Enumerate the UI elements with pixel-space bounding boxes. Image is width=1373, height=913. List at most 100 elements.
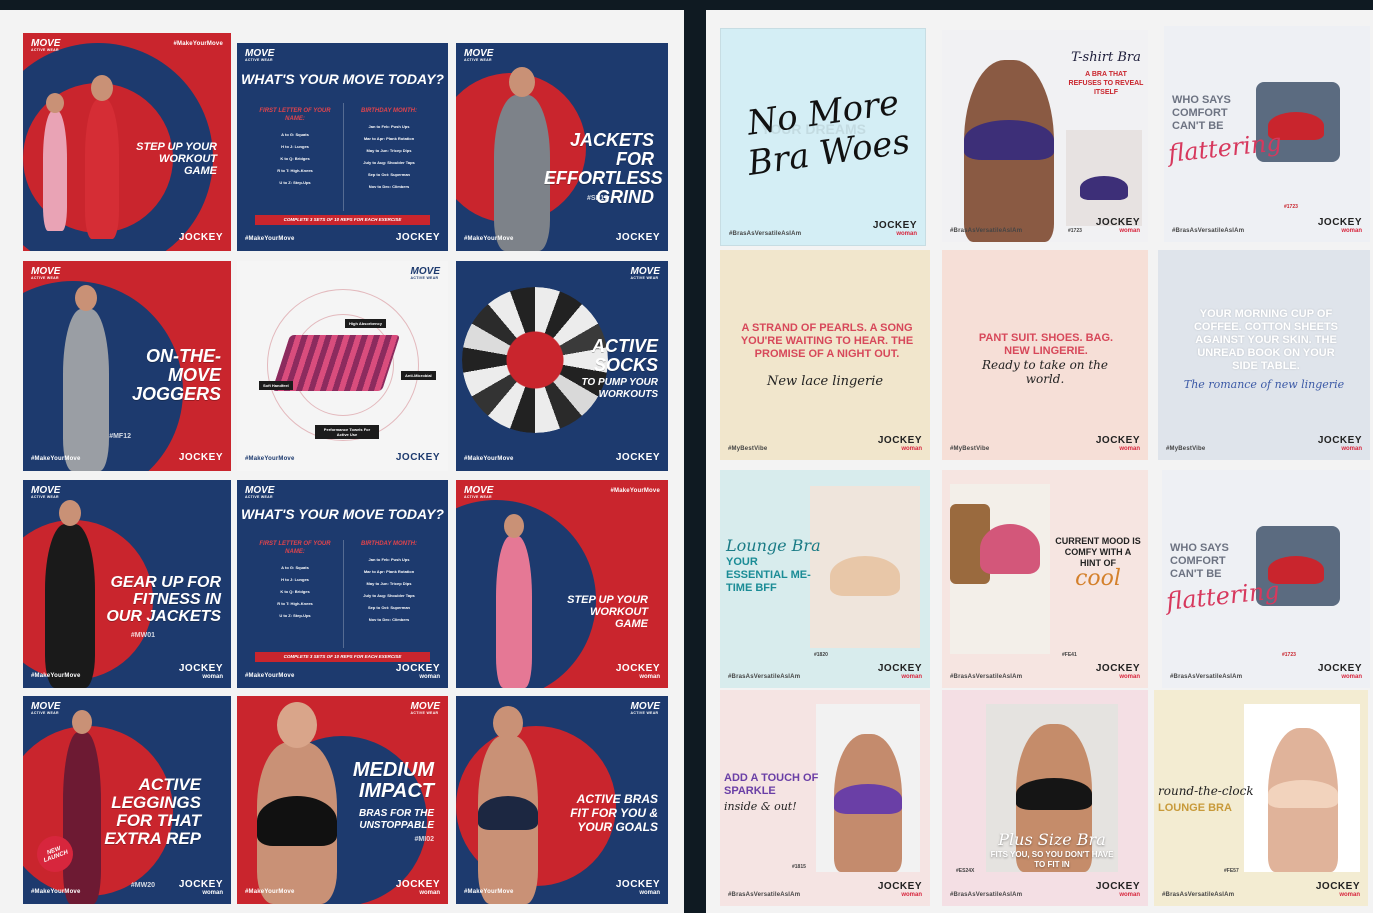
list-item: H to J: Lunges	[281, 577, 309, 582]
move-logo: MOVE ACTIVE WEAR	[630, 701, 660, 716]
list-item: K to Q: Bridges	[280, 589, 310, 594]
jw-tile-plus-size-bra[interactable]: Plus Size Bra FITS YOU, SO YOU DON'T HAV…	[942, 690, 1148, 906]
tile-headline: STEP UP YOUR WORKOUT GAME	[567, 594, 648, 630]
birthday-month-column: BIRTHDAY MONTH: Jan to Feb: Push Ups Mar…	[349, 540, 429, 626]
jockey-logo: JOCKEY	[615, 452, 660, 463]
jw-tile-no-more-bra-woes[interactable]: YOUR DREAMS No More Bra Woes #BrasAsVers…	[720, 28, 926, 246]
tile-title: WHAT'S YOUR MOVE TODAY?	[241, 506, 444, 522]
product-photo	[810, 486, 920, 648]
jockey-woman-logo: JOCKEY woman	[178, 663, 223, 681]
jockey-logo: JOCKEY	[178, 452, 223, 463]
product-code: #1820	[814, 652, 828, 658]
inset-photo	[1066, 130, 1142, 226]
headline-text: CURRENT MOOD IS COMFY WITH A HINT OF	[1055, 536, 1141, 568]
list-item: Jan to Feb: Push Ups	[368, 557, 410, 562]
move-logo: MOVE ACTIVE WEAR	[245, 485, 275, 500]
jockey-woman-logo: JOCKEY woman	[1095, 881, 1140, 899]
jockey-woman-logo: JOCKEY woman	[615, 879, 660, 897]
jockey-woman-logo: JOCKEY woman	[877, 663, 922, 681]
jw-tile-current-mood[interactable]: CURRENT MOOD IS COMFY WITH A HINT OF coo…	[942, 470, 1148, 688]
name-letter-column: FIRST LETTER OF YOUR NAME: A to G: Squat…	[255, 540, 335, 622]
tile-headline: ACTIVE SOCKS	[591, 336, 658, 375]
product-code: #1815	[792, 864, 806, 870]
tile-title: WHAT'S YOUR MOVE TODAY?	[241, 71, 444, 87]
jw-tile-morning-cup[interactable]: YOUR MORNING CUP OF COFFEE. COTTON SHEET…	[1158, 250, 1370, 460]
feature-label: Soft Handfeel	[259, 381, 293, 390]
move-tile-whats-your-move[interactable]: MOVE ACTIVE WEAR WHAT'S YOUR MOVE TODAY? …	[237, 43, 448, 251]
jw-tile-who-says-comfort-2[interactable]: WHO SAYS COMFORT CAN'T BE flattering #17…	[1162, 470, 1370, 688]
jw-tile-pant-suit[interactable]: PANT SUIT. SHOES. BAG. NEW LINGERIE. Rea…	[942, 250, 1148, 460]
tile-headline: ON-THE-MOVE JOGGERS	[131, 346, 221, 404]
birthday-month-column: BIRTHDAY MONTH: Jan to Feb: Push Ups Mar…	[349, 107, 429, 193]
script-headline: inside & out!	[724, 800, 797, 813]
product-code: #MF12	[109, 433, 131, 440]
hashtag: #MakeYourMove	[464, 889, 514, 895]
hashtag: #MakeYourMove	[464, 456, 514, 462]
move-logo: MOVE ACTIVE WEAR	[31, 38, 61, 53]
nude-bra	[830, 556, 900, 596]
hashtag: #BrasAsVersatileAsIAm	[950, 674, 1023, 680]
runner-man	[85, 75, 119, 239]
jw-tile-who-says-comfort[interactable]: WHO SAYS COMFORT CAN'T BE flattering #17…	[1164, 26, 1370, 242]
move-tile-step-up-woman[interactable]: MOVE ACTIVE WEAR #MakeYourMove STEP UP YO…	[456, 480, 668, 688]
hashtag: #MakeYourMove	[31, 456, 81, 462]
runner-woman	[43, 93, 67, 231]
list-item: Sep to Oct: Superman	[367, 605, 410, 610]
jockey-woman-logo: JOCKEY woman	[615, 663, 660, 681]
list-item: Mar to Apr: Plank Rotation	[363, 136, 415, 141]
move-tile-active-bras[interactable]: MOVE ACTIVE WEAR ACTIVE BRAS FIT FOR YOU …	[456, 696, 668, 904]
list-item: July to Aug: Shoulder Taps	[363, 593, 415, 598]
hashtag: #MakeYourMove	[31, 673, 81, 679]
move-tile-joggers[interactable]: MOVE ACTIVE WEAR ON-THE-MOVE JOGGERS #MF1…	[23, 261, 231, 471]
jw-tile-lounge-bra[interactable]: Lounge Bra YOUR ESSENTIAL ME-TIME BFF #1…	[720, 470, 930, 688]
product-code: #FE57	[1224, 868, 1239, 874]
list-item: May to Jun: Tricep Dips	[366, 148, 412, 153]
nude-bra	[1268, 780, 1338, 808]
script-headline: No More Bra Woes	[744, 82, 913, 184]
move-logo: MOVE ACTIVE WEAR	[464, 485, 494, 500]
move-tile-towels[interactable]: MOVE ACTIVE WEAR High Absorbency Soft Han…	[237, 261, 448, 471]
move-tile-gear-up-jackets[interactable]: MOVE ACTIVE WEAR GEAR UP FOR FITNESS IN O…	[23, 480, 231, 688]
move-tile-jackets[interactable]: MOVE ACTIVE WEAR JACKETS FOR EFFORTLESS G…	[456, 43, 668, 251]
woman-in-jacket	[45, 500, 95, 688]
move-tile-whats-your-move-2[interactable]: MOVE ACTIVE WEAR WHAT'S YOUR MOVE TODAY? …	[237, 480, 448, 688]
feature-label: Performance Towels For Active Use	[315, 425, 379, 439]
list-item: July to Aug: Shoulder Taps	[363, 160, 415, 165]
list-item: A to G: Squats	[281, 132, 309, 137]
jockey-woman-logo: JOCKEY woman	[178, 879, 223, 897]
jockey-logo: JOCKEY	[178, 232, 223, 243]
headline-text: WHO SAYS COMFORT CAN'T BE	[1170, 542, 1229, 580]
hashtag: #BrasAsVersatileAsIAm	[950, 228, 1023, 234]
move-tile-step-up[interactable]: MOVE ACTIVE WEAR #MakeYourMove STEP UP YO…	[23, 33, 231, 251]
tile-headline: ACTIVE BRAS FIT FOR YOU & YOUR GOALS	[570, 792, 658, 834]
product-code: #MW20	[130, 882, 155, 889]
model-photo	[1244, 704, 1360, 872]
move-tile-medium-impact[interactable]: MOVE ACTIVE WEAR MEDIUM IMPACT BRAS FOR T…	[237, 696, 448, 904]
script-headline: Plus Size Bra	[998, 830, 1106, 849]
script-headline: Ready to take on the world.	[981, 358, 1108, 386]
script-headline: flattering	[1164, 576, 1281, 616]
man-in-jacket	[494, 67, 550, 251]
jw-tile-lounge-bra-round-the-clock[interactable]: round-the-clock LOUNGE BRA #FE57 #BrasAs…	[1154, 690, 1368, 906]
jw-tile-add-a-touch-of-sparkle[interactable]: ADD A TOUCH OF SPARKLE inside & out! #18…	[720, 690, 930, 906]
jw-tile-strand-of-pearls[interactable]: A STRAND OF PEARLS. A SONG YOU'RE WAITIN…	[720, 250, 930, 460]
jockey-woman-logo: JOCKEY woman	[877, 881, 922, 899]
hashtag: #MakeYourMove	[173, 41, 223, 47]
jockey-woman-logo: JOCKEY woman	[395, 663, 440, 681]
jockey-woman-logo: JOCKEY woman	[1095, 217, 1140, 235]
list-item: K to Q: Bridges	[280, 156, 310, 161]
move-tile-socks[interactable]: MOVE ACTIVE WEAR ACTIVE SOCKS TO PUMP YOU…	[456, 261, 668, 471]
active-bra	[478, 796, 538, 830]
jw-tile-tshirt-bra[interactable]: T-shirt Bra A BRA THAT REFUSES TO REVEAL…	[942, 30, 1148, 242]
hashtag: #BrasAsVersatileAsIAm	[728, 892, 801, 898]
tile-subheadline: BRAS FOR THE UNSTOPPABLE	[359, 808, 434, 831]
jockey-woman-logo: JOCKEY woman	[1095, 435, 1140, 453]
jockey-woman-logo: JOCKEY woman	[395, 879, 440, 897]
move-logo: MOVE ACTIVE WEAR	[31, 701, 61, 716]
move-logo: MOVE ACTIVE WEAR	[31, 266, 61, 281]
move-tile-leggings[interactable]: MOVE ACTIVE WEAR NEW LAUNCH ACTIVE LEGGIN…	[23, 696, 231, 904]
headline-text: PANT SUIT. SHOES. BAG. NEW LINGERIE.	[978, 332, 1114, 357]
list-item: R to T: High-Knees	[277, 601, 313, 606]
move-logo: MOVE ACTIVE WEAR	[410, 701, 440, 716]
product-code: #SP17	[586, 195, 608, 202]
